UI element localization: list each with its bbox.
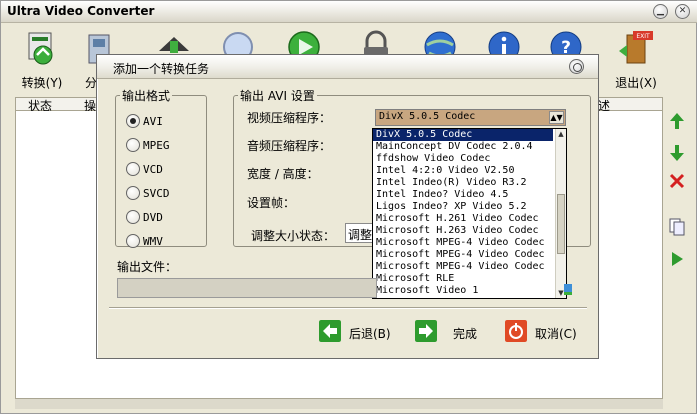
avi-settings-legend: 输出 AVI 设置 <box>240 89 315 103</box>
codec-option[interactable]: Microsoft H.261 Video Codec <box>373 213 553 225</box>
app-title: Ultra Video Converter <box>7 4 155 18</box>
codec-option[interactable]: MainConcept DV Codec 2.0.4 <box>373 141 553 153</box>
convert-button[interactable]: 转换(Y) <box>19 29 65 91</box>
size-label: 宽度 / 高度： <box>247 167 319 181</box>
dialog-close-button[interactable] <box>569 59 584 74</box>
codec-option[interactable]: Intel Indeo? Video 4.5 <box>373 189 553 201</box>
codec-option[interactable]: Microsoft MPEG-4 Video Codec <box>373 249 553 261</box>
title-bar: Ultra Video Converter ▁ ✕ <box>1 1 697 23</box>
format-radio-dvd[interactable]: DVD <box>126 210 163 226</box>
radio-dvd[interactable] <box>126 210 140 224</box>
output-file-label: 输出文件： <box>117 260 178 274</box>
status-strip <box>15 399 663 409</box>
radio-svcd[interactable] <box>126 186 140 200</box>
dialog-divider <box>109 307 587 309</box>
codec-option[interactable]: Microsoft MPEG-4 Video Codec <box>373 261 553 273</box>
output-format-legend: 输出格式 <box>122 89 171 103</box>
radio-avi[interactable] <box>126 114 140 128</box>
chevron-down-icon[interactable]: ▲▼ <box>549 111 564 124</box>
video-codec-label: 视频压缩程序： <box>247 111 332 125</box>
codec-option[interactable]: ffdshow Video Codec <box>373 153 553 165</box>
codec-option[interactable]: Ligos Indeo? XP Video 5.2 <box>373 201 553 213</box>
scroll-thumb[interactable] <box>557 194 565 254</box>
video-codec-select[interactable]: DivX 5.0.5 Codec ▲▼ <box>375 109 566 126</box>
delete-icon[interactable] <box>667 171 687 191</box>
format-radio-vcd[interactable]: VCD <box>126 162 163 178</box>
codec-option[interactable]: Intel Indeo(R) Video R3.2 <box>373 177 553 189</box>
power-icon <box>505 320 527 342</box>
format-radio-avi[interactable]: AVI <box>126 114 163 130</box>
codec-option[interactable]: Microsoft Video 1 <box>373 285 553 297</box>
codec-option[interactable]: Microsoft RLE <box>373 273 553 285</box>
audio-codec-label: 音频压缩程序： <box>247 139 332 153</box>
codec-option[interactable]: DivX 5.0.5 Codec <box>373 129 553 141</box>
dropdown-scrollbar[interactable]: ▲ ▼ <box>555 129 566 298</box>
exit-door-icon: EXIT <box>619 31 653 64</box>
radio-vcd[interactable] <box>126 162 140 176</box>
format-radio-mpeg[interactable]: MPEG <box>126 138 170 154</box>
codec-option[interactable]: Microsoft MPEG-4 Video Codec <box>373 237 553 249</box>
output-format-group: 输出格式 AVI MPEG VCD SVCD DVD WMV <box>115 87 207 250</box>
add-task-dialog: 添加一个转换任务 输出格式 AVI MPEG VCD SVCD DVD WMV … <box>96 54 599 359</box>
codec-option[interactable]: Intel 4:2:0 Video V2.50 <box>373 165 553 177</box>
cancel-label: 取消(C) <box>535 327 577 341</box>
finish-label: 完成 <box>453 327 478 341</box>
exit-sign-text: EXIT <box>636 33 650 40</box>
radio-mpeg[interactable] <box>126 138 140 152</box>
resize-label: 调整大小状态： <box>251 229 336 243</box>
convert-label: 转换(Y) <box>21 76 63 90</box>
format-radio-svcd[interactable]: SVCD <box>126 186 170 202</box>
exit-label: 退出(X) <box>615 76 657 90</box>
arrow-left-icon <box>319 320 341 342</box>
copy-icon[interactable] <box>667 217 687 237</box>
fps-label: 设置帧： <box>247 196 296 210</box>
output-file-input[interactable] <box>117 278 377 298</box>
browse-folder-icon[interactable] <box>563 280 573 298</box>
close-button[interactable]: ✕ <box>675 4 690 19</box>
codec-option[interactable]: Microsoft H.263 Video Codec <box>373 225 553 237</box>
exit-button[interactable]: EXIT 退出(X) <box>613 29 659 91</box>
arrow-right-icon <box>415 320 437 342</box>
convert-icon <box>28 32 53 65</box>
dialog-title: 添加一个转换任务 <box>113 62 210 76</box>
video-codec-value: DivX 5.0.5 Codec <box>379 111 476 122</box>
minimize-button[interactable]: ▁ <box>653 4 668 19</box>
move-up-icon[interactable] <box>667 111 687 131</box>
back-label: 后退(B) <box>349 327 391 341</box>
scroll-up-icon[interactable]: ▲ <box>557 130 565 138</box>
start-icon[interactable] <box>667 249 687 269</box>
move-down-icon[interactable] <box>667 143 687 163</box>
dialog-title-bar: 添加一个转换任务 <box>97 55 598 79</box>
resize-select[interactable]: 调整 <box>345 223 375 243</box>
video-codec-dropdown[interactable]: DivX 5.0.5 Codec MainConcept DV Codec 2.… <box>372 128 567 299</box>
format-radio-wmv[interactable]: WMV <box>126 234 163 250</box>
radio-wmv[interactable] <box>126 234 140 248</box>
